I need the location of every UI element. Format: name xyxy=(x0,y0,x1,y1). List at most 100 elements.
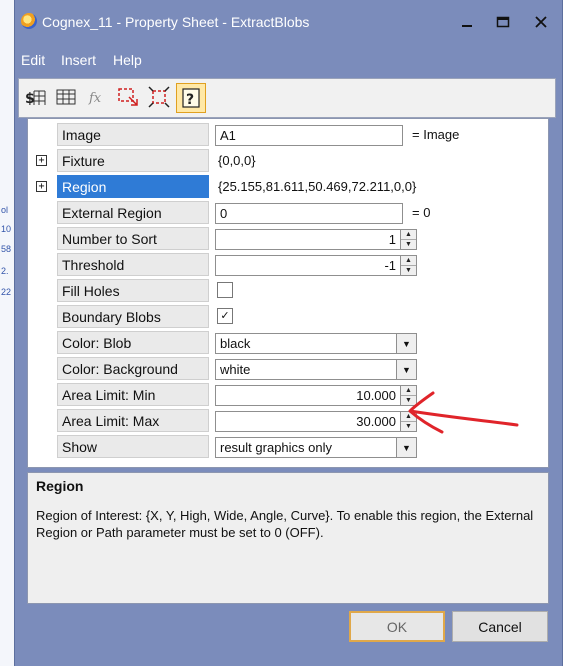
property-name[interactable]: Show xyxy=(57,435,209,458)
fit-region-icon xyxy=(148,86,170,108)
property-name[interactable]: Color: Blob xyxy=(57,331,209,354)
property-name[interactable]: Area Limit: Max xyxy=(57,409,209,432)
background-mark: ol xyxy=(1,205,9,215)
function-icon: fx xyxy=(88,91,102,106)
property-name[interactable]: Color: Background xyxy=(57,357,209,380)
background-mark: 10 xyxy=(1,224,12,234)
property-name[interactable]: Area Limit: Min xyxy=(57,383,209,406)
property-row-area-limit-min: Area Limit: Min 10.000 ▲ ▼ xyxy=(28,382,548,408)
region-select-icon xyxy=(118,88,138,106)
property-name[interactable]: Fixture xyxy=(57,149,209,172)
property-row-image: Image A1 = Image xyxy=(28,122,548,148)
menu-bar: Edit Insert Help xyxy=(15,46,562,72)
svg-text:?: ? xyxy=(186,92,194,108)
toolbar-button-grid[interactable] xyxy=(52,83,80,111)
menu-edit[interactable]: Edit xyxy=(21,52,45,68)
minimize-button[interactable] xyxy=(453,10,481,34)
maximize-button[interactable] xyxy=(489,10,517,34)
property-row-color-blob: Color: Blob black ▼ xyxy=(28,330,548,356)
color-blob-select[interactable]: black xyxy=(215,333,397,354)
description-title: Region xyxy=(36,478,84,494)
property-row-region: + Region {25.155,81.611,50.469,72.211,0,… xyxy=(28,174,548,200)
chevron-down-icon: ▼ xyxy=(402,442,411,453)
svg-text:fx: fx xyxy=(88,91,102,106)
property-row-color-background: Color: Background white ▼ xyxy=(28,356,548,382)
minimize-icon xyxy=(462,25,472,27)
property-row-boundary-blobs: Boundary Blobs ✓ xyxy=(28,304,548,330)
property-name-selected[interactable]: Region xyxy=(57,175,209,198)
number-to-sort-input[interactable]: 1 xyxy=(215,229,401,250)
chevron-down-icon: ▼ xyxy=(402,364,411,375)
toolbar-button-help[interactable]: ? xyxy=(176,83,206,113)
spin-down-icon[interactable]: ▼ xyxy=(401,239,416,249)
svg-text:$: $ xyxy=(25,91,35,106)
property-row-area-limit-max: Area Limit: Max 30.000 ▲ ▼ xyxy=(28,408,548,434)
cancel-button[interactable]: Cancel xyxy=(452,611,548,642)
background-mark: 2. xyxy=(1,266,9,276)
grid-icon xyxy=(56,89,76,105)
close-icon xyxy=(535,16,547,28)
region-value: {25.155,81.611,50.469,72.211,0,0} xyxy=(218,179,417,194)
description-panel: Region Region of Interest: {X, Y, High, … xyxy=(27,472,549,604)
property-name[interactable]: Boundary Blobs xyxy=(57,305,209,328)
spin-up-icon[interactable]: ▲ xyxy=(401,412,416,421)
boundary-blobs-checkbox[interactable]: ✓ xyxy=(217,308,233,324)
color-background-dropdown-button[interactable]: ▼ xyxy=(396,359,417,380)
area-limit-min-spinner[interactable]: ▲ ▼ xyxy=(400,385,417,406)
expand-fixture-button[interactable]: + xyxy=(36,155,47,166)
external-region-input[interactable]: 0 xyxy=(215,203,403,224)
property-name[interactable]: Number to Sort xyxy=(57,227,209,250)
image-input[interactable]: A1 xyxy=(215,125,403,146)
area-limit-max-input[interactable]: 30.000 xyxy=(215,411,401,432)
property-name[interactable]: Threshold xyxy=(57,253,209,276)
expand-region-button[interactable]: + xyxy=(36,181,47,192)
image-suffix: = Image xyxy=(412,127,460,142)
background-mark: 58 xyxy=(1,244,12,254)
threshold-input[interactable]: -1 xyxy=(215,255,401,276)
show-dropdown-button[interactable]: ▼ xyxy=(396,437,417,458)
spin-down-icon[interactable]: ▼ xyxy=(401,421,416,431)
color-background-select[interactable]: white xyxy=(215,359,397,380)
fill-holes-checkbox[interactable] xyxy=(217,282,233,298)
property-name[interactable]: Fill Holes xyxy=(57,279,209,302)
number-to-sort-spinner[interactable]: ▲ ▼ xyxy=(400,229,417,250)
app-logo-icon xyxy=(21,13,37,29)
menu-insert[interactable]: Insert xyxy=(61,52,96,68)
color-blob-dropdown-button[interactable]: ▼ xyxy=(396,333,417,354)
spin-up-icon[interactable]: ▲ xyxy=(401,256,416,265)
window-title: Cognex_11 - Property Sheet - ExtractBlob… xyxy=(42,14,310,30)
chevron-down-icon: ▼ xyxy=(402,338,411,349)
property-row-threshold: Threshold -1 ▲ ▼ xyxy=(28,252,548,278)
external-region-suffix: = 0 xyxy=(412,205,431,220)
toolbar-button-function[interactable]: fx xyxy=(83,83,111,111)
area-limit-min-input[interactable]: 10.000 xyxy=(215,385,401,406)
threshold-spinner[interactable]: ▲ ▼ xyxy=(400,255,417,276)
toolbar-button-region-select[interactable] xyxy=(114,83,142,111)
close-button[interactable] xyxy=(527,10,555,34)
toolbar: $ fx ? xyxy=(18,78,556,118)
show-select[interactable]: result graphics only xyxy=(215,437,397,458)
spin-down-icon[interactable]: ▼ xyxy=(401,265,416,275)
dollar-grid-icon: $ xyxy=(25,90,46,106)
spin-up-icon[interactable]: ▲ xyxy=(401,230,416,239)
menu-help[interactable]: Help xyxy=(113,52,142,68)
property-row-external-region: External Region 0 = 0 xyxy=(28,200,548,226)
toolbar-button-fit-region[interactable] xyxy=(145,83,173,111)
property-row-number-to-sort: Number to Sort 1 ▲ ▼ xyxy=(28,226,548,252)
maximize-icon xyxy=(496,16,510,28)
fixture-value: {0,0,0} xyxy=(218,153,256,168)
property-name[interactable]: External Region xyxy=(57,201,209,224)
property-row-fill-holes: Fill Holes xyxy=(28,278,548,304)
spin-up-icon[interactable]: ▲ xyxy=(401,386,416,395)
ok-button[interactable]: OK xyxy=(349,611,445,642)
property-row-fixture: + Fixture {0,0,0} xyxy=(28,148,548,174)
background-mark: 22 xyxy=(1,287,12,297)
description-body: Region of Interest: {X, Y, High, Wide, A… xyxy=(36,508,534,540)
toolbar-button-dollar-grid[interactable]: $ xyxy=(21,83,49,111)
property-name[interactable]: Image xyxy=(57,123,209,146)
area-limit-max-spinner[interactable]: ▲ ▼ xyxy=(400,411,417,432)
background-window-strip: ol 10 58 2. 22 xyxy=(0,0,15,666)
property-sheet-window: Cognex_11 - Property Sheet - ExtractBlob… xyxy=(14,0,563,666)
title-bar[interactable]: Cognex_11 - Property Sheet - ExtractBlob… xyxy=(15,0,562,44)
spin-down-icon[interactable]: ▼ xyxy=(401,395,416,405)
